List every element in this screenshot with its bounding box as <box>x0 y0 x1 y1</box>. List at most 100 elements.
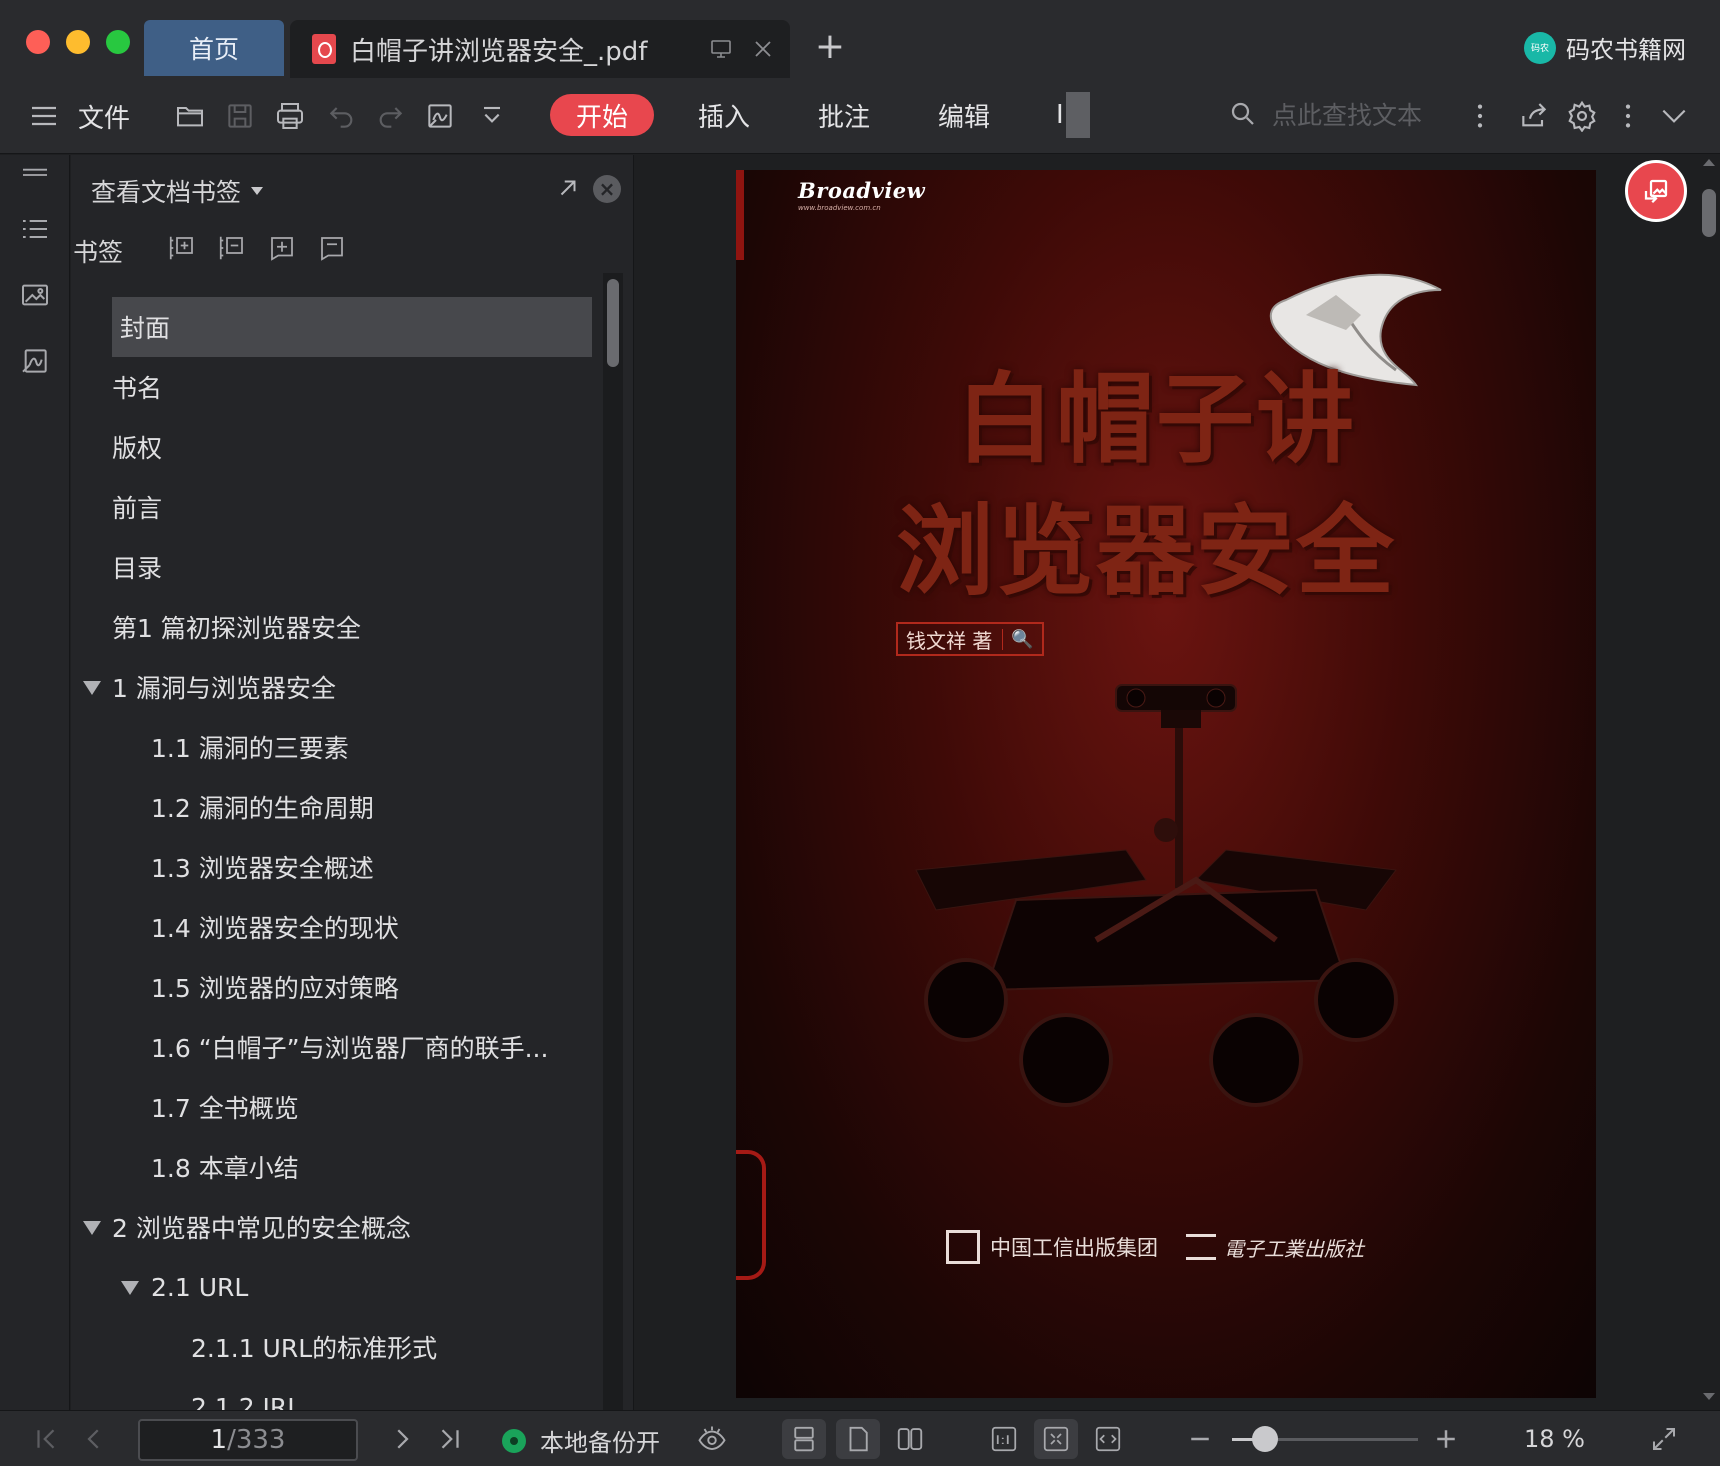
cover-publisher-brand: Broadview <box>798 178 926 203</box>
bookmark-item[interactable]: 1.5 浏览器的应对策略 <box>71 957 591 1017</box>
close-window-button[interactable] <box>26 30 50 54</box>
next-page-icon[interactable] <box>384 1421 420 1457</box>
tab-document[interactable]: 白帽子讲浏览器安全_.pdf <box>290 20 790 78</box>
two-page-icon[interactable] <box>892 1421 928 1457</box>
bookmark-item[interactable]: 1.2 漏洞的生命周期 <box>71 777 591 837</box>
add-child-bookmark-icon[interactable] <box>267 233 299 265</box>
eye-care-mode-icon[interactable] <box>694 1421 730 1457</box>
document-scroll-thumb[interactable] <box>1702 189 1716 237</box>
previous-page-icon[interactable] <box>76 1421 112 1457</box>
single-page-icon[interactable] <box>836 1419 880 1459</box>
customize-toolbar-icon[interactable] <box>472 96 512 136</box>
tab-edit[interactable]: 编辑 <box>912 94 1016 136</box>
bookmark-item[interactable]: 1.8 本章小结 <box>71 1137 591 1197</box>
share-icon[interactable] <box>1514 96 1554 136</box>
sign-document-icon[interactable] <box>420 96 460 136</box>
remove-bookmark-icon[interactable] <box>217 233 249 265</box>
bookmark-label: 书名 <box>112 374 163 403</box>
more-vertical-icon[interactable] <box>1460 96 1500 136</box>
bookmarks-label: 书签 <box>73 238 124 267</box>
add-bookmark-icon[interactable] <box>167 233 199 265</box>
new-tab-button[interactable]: + <box>812 26 848 67</box>
thumbnails-icon[interactable] <box>17 277 53 313</box>
tab-annotate[interactable]: 批注 <box>792 94 896 136</box>
bookmark-item[interactable]: 版权 <box>71 417 591 477</box>
first-page-icon[interactable] <box>28 1421 64 1457</box>
bookmark-scroll-thumb[interactable] <box>607 279 619 367</box>
title-bar: 首页 白帽子讲浏览器安全_.pdf + 码农 码农书籍网 <box>0 0 1720 78</box>
undo-icon[interactable] <box>322 96 362 136</box>
bookmark-item[interactable]: 2.1.1 URL的标准形式 <box>71 1317 591 1377</box>
bookmark-label: 封面 <box>120 314 171 343</box>
scroll-down-arrow-icon[interactable] <box>1703 1393 1715 1400</box>
bookmark-item[interactable]: 1.3 浏览器安全概述 <box>71 837 591 897</box>
bookmark-label: 1.7 全书概览 <box>151 1094 299 1123</box>
bookmark-label: 1.6 “白帽子”与浏览器厂商的联手... <box>151 1034 549 1063</box>
bookmark-item[interactable]: 1.6 “白帽子”与浏览器厂商的联手... <box>71 1017 591 1077</box>
collapse-toolbar-chevron-icon[interactable] <box>1654 96 1694 136</box>
bookmark-item[interactable]: 封面 <box>112 297 592 357</box>
site-badge[interactable]: 码农 码农书籍网 <box>1524 30 1686 65</box>
tab-start[interactable]: 开始 <box>550 94 655 136</box>
bookmark-item[interactable]: 1.4 浏览器安全的现状 <box>71 897 591 957</box>
bookmark-tree: 封面书名版权 前言 目录第1 篇初探浏览器安全 1 漏洞与浏览器安全 1.1 漏洞的三要… <box>71 297 592 1411</box>
bookmark-item[interactable]: 前言 <box>71 477 591 537</box>
zoom-out-icon[interactable] <box>1182 1421 1218 1457</box>
zoom-window-button[interactable] <box>106 30 130 54</box>
convert-pdf-floating-button[interactable] <box>1625 160 1687 222</box>
print-icon[interactable] <box>270 96 310 136</box>
continuous-scroll-icon[interactable] <box>782 1419 826 1459</box>
fit-width-icon[interactable] <box>1090 1421 1126 1457</box>
zoom-slider-knob[interactable] <box>1252 1426 1278 1452</box>
tab-home[interactable]: 首页 <box>144 20 284 76</box>
expand-toggle-icon[interactable] <box>83 681 101 695</box>
collapse-sidebar-icon[interactable] <box>17 157 53 193</box>
document-viewport[interactable]: Broadview www.broadview.com.cn 白帽子讲 浏览器安… <box>635 155 1720 1410</box>
search-box[interactable]: 点此查找文本 <box>1228 96 1422 132</box>
bookmark-scrollbar[interactable] <box>603 273 623 1410</box>
hamburger-menu-icon[interactable] <box>24 96 64 136</box>
bookmark-item[interactable]: 1.7 全书概览 <box>71 1077 591 1137</box>
bookmark-item[interactable]: 第1 篇初探浏览器安全 <box>71 597 591 657</box>
bookmark-item[interactable]: 目录 <box>71 537 591 597</box>
ribbon-overflow-scroll[interactable] <box>1066 92 1090 138</box>
bookmark-item[interactable]: 1.1 漏洞的三要素 <box>71 717 591 777</box>
settings-gear-icon[interactable] <box>1562 96 1602 136</box>
minimize-window-button[interactable] <box>66 30 90 54</box>
tab-insert[interactable]: 插入 <box>672 94 776 136</box>
fullscreen-icon[interactable] <box>1646 1421 1682 1457</box>
bookmark-list-icon[interactable] <box>17 211 53 247</box>
page-number-input[interactable]: 1/333 <box>138 1419 358 1461</box>
close-tab-icon[interactable] <box>748 34 778 64</box>
zoom-in-icon[interactable] <box>1428 1421 1464 1457</box>
zoom-level[interactable]: 18 % <box>1524 1425 1585 1453</box>
more-options-icon[interactable] <box>1608 96 1648 136</box>
scroll-up-arrow-icon[interactable] <box>1703 159 1715 166</box>
last-page-icon[interactable] <box>432 1421 468 1457</box>
close-panel-icon[interactable]: × <box>593 175 621 203</box>
popout-panel-icon[interactable] <box>555 175 583 203</box>
bookmark-item[interactable]: 2 浏览器中常见的安全概念 <box>71 1197 591 1257</box>
local-backup-toggle[interactable]: 本地备份开 <box>502 1423 660 1458</box>
cover-publisher-footer: 中国工信出版集团 電子工業出版社 <box>946 1230 1364 1264</box>
bookmark-item[interactable]: 2.1.2 IRI <box>71 1377 591 1411</box>
document-scrollbar[interactable] <box>1698 155 1720 1410</box>
signature-panel-icon[interactable] <box>17 343 53 379</box>
bookmark-label: 第1 篇初探浏览器安全 <box>112 614 361 643</box>
bookmark-view-dropdown[interactable]: 查看文档书签 <box>91 173 264 209</box>
file-menu[interactable]: 文件 <box>78 98 130 135</box>
bookmark-item[interactable]: 1 漏洞与浏览器安全 <box>71 657 591 717</box>
open-folder-icon[interactable] <box>170 96 210 136</box>
pdf-page-cover[interactable]: Broadview www.broadview.com.cn 白帽子讲 浏览器安… <box>736 170 1596 1398</box>
actual-size-icon[interactable] <box>986 1421 1022 1457</box>
expand-toggle-icon[interactable] <box>121 1281 139 1295</box>
bookmark-item[interactable]: 2.1 URL <box>71 1257 591 1317</box>
expand-toggle-icon[interactable] <box>83 1221 101 1235</box>
zoom-slider[interactable] <box>1232 1426 1418 1452</box>
redo-icon[interactable] <box>370 96 410 136</box>
screen-mode-icon[interactable] <box>706 34 736 64</box>
edit-bookmark-icon[interactable] <box>317 233 349 265</box>
bookmark-item[interactable]: 书名 <box>71 357 591 417</box>
fit-page-icon[interactable] <box>1034 1419 1078 1459</box>
save-icon[interactable] <box>220 96 260 136</box>
